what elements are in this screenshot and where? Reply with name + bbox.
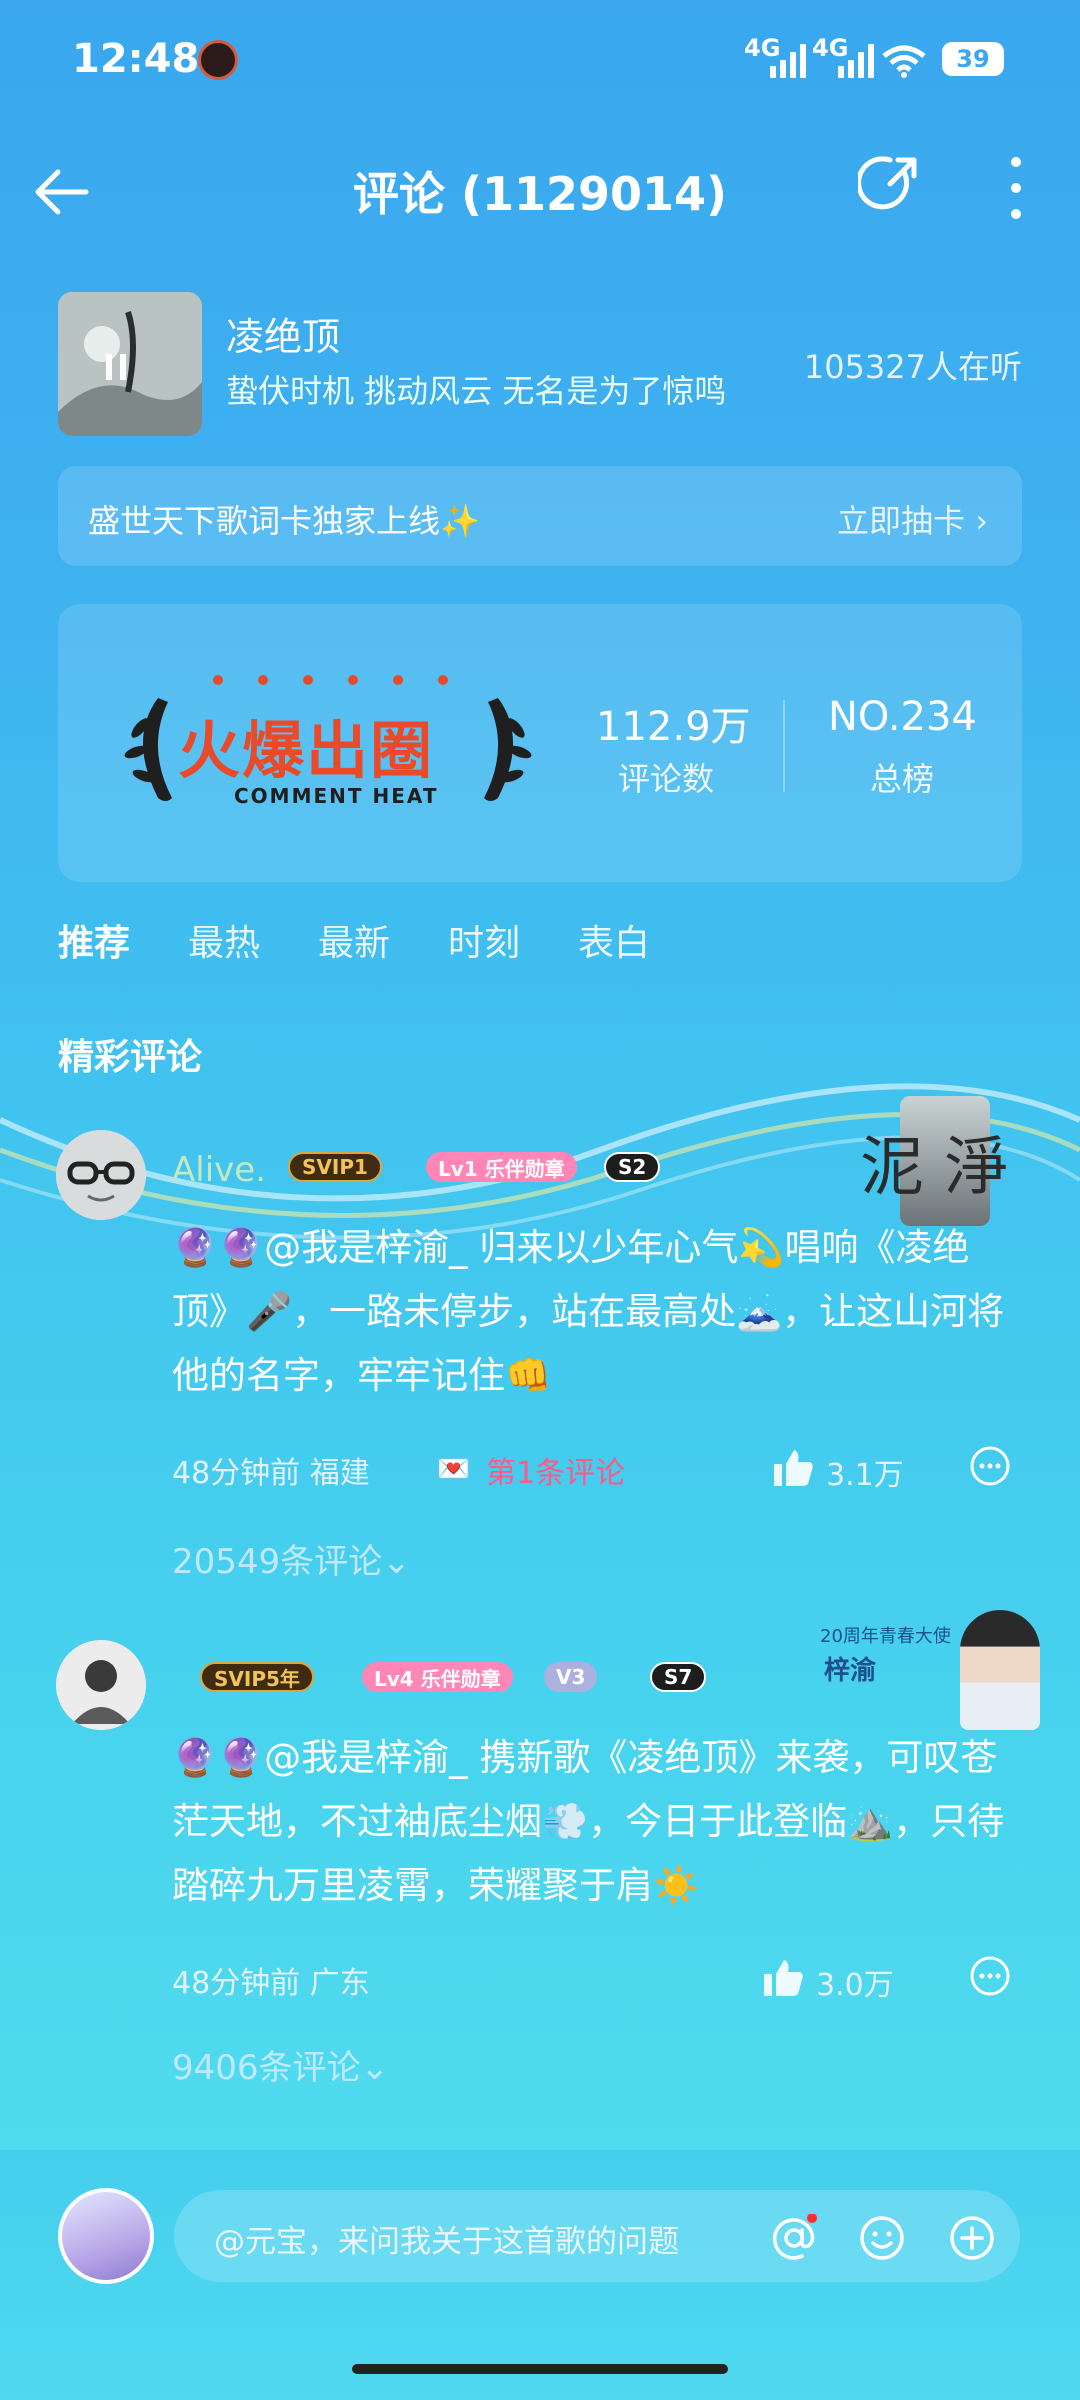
decoration-caption: 20周年青春大使 (820, 1626, 951, 1647)
reply-count-link[interactable]: 20549条评论⌄ (172, 1534, 411, 1583)
heat-logo-subtitle: COMMENT HEAT (234, 784, 439, 808)
comment-time-location: 48分钟前 广东 (172, 1966, 370, 2001)
comment-input-placeholder: @元宝，来问我关于这首歌的问题 (214, 2224, 679, 2260)
album-cover[interactable] (58, 292, 202, 436)
listener-count: 105327人在听 (803, 348, 1022, 386)
emoji-icon[interactable] (858, 2214, 906, 2262)
tab-confession[interactable]: 表白 (578, 914, 650, 966)
vip-level-badge[interactable]: V3 (544, 1662, 598, 1692)
wifi-icon (882, 45, 926, 78)
stat-divider (783, 700, 785, 792)
promo-text: 盛世天下歌词卡独家上线✨ (88, 502, 480, 540)
status-time: 12:48 (72, 36, 200, 82)
envelope-icon: 💌 (436, 1452, 471, 1485)
avatar[interactable] (56, 1640, 146, 1730)
mention-icon[interactable] (770, 2214, 818, 2262)
reply-count-link[interactable]: 9406条评论⌄ (172, 2040, 389, 2089)
comment-text[interactable]: 🔮🔮@我是梓渝_ 归来以少年心气💫唱响《凌绝顶》🎤，一路未停步，站在最高处🗻，让… (172, 1216, 1012, 1408)
avatar-image (56, 1130, 146, 1220)
tab-latest[interactable]: 最新 (318, 914, 390, 966)
comment-count-value: 112.9万 (596, 704, 751, 750)
share-icon[interactable] (858, 152, 922, 216)
battery-indicator: 39 (942, 42, 1004, 76)
notification-app-icon (198, 40, 238, 80)
reply-icon[interactable] (968, 1444, 1012, 1488)
reply-icon[interactable] (968, 1954, 1012, 1998)
rank-label: 总榜 (870, 760, 935, 798)
user-avatar[interactable] (58, 2188, 154, 2284)
signal-icon-2 (838, 42, 874, 78)
rank-value[interactable]: NO.234 (828, 694, 977, 740)
add-icon[interactable] (948, 2214, 996, 2262)
comment-time-location: 48分钟前 福建 (172, 1456, 370, 1491)
album-art-image (58, 292, 202, 436)
comment-username[interactable]: Alive. (172, 1150, 266, 1190)
song-lyric: 蛰伏时机 挑动风云 无名是为了惊鸣 (226, 372, 727, 410)
svip-badge[interactable]: SVIP1 (288, 1152, 382, 1182)
tab-recommend[interactable]: 推荐 (58, 914, 130, 966)
season-badge[interactable]: S7 (650, 1662, 707, 1692)
home-indicator[interactable] (352, 2364, 728, 2374)
signal-icon (770, 42, 806, 78)
draw-card-link[interactable]: 立即抽卡 › (837, 496, 988, 542)
like-count: 3.1万 (826, 1458, 904, 1493)
decoration-portrait (960, 1610, 1040, 1730)
more-options-icon[interactable] (1000, 152, 1032, 224)
tab-hottest[interactable]: 最热 (188, 914, 260, 966)
first-comment-tag: 第1条评论 (486, 1456, 626, 1491)
avatar-image (56, 1640, 146, 1730)
heat-logo-title: 火爆出圈 (178, 714, 435, 787)
status-bar: 12:48 4G 4G 39 (0, 0, 1080, 120)
tab-moments[interactable]: 时刻 (448, 914, 520, 966)
song-title[interactable]: 凌绝顶 (226, 306, 340, 361)
svip-badge[interactable]: SVIP5年 (200, 1662, 314, 1692)
like-count: 3.0万 (816, 1968, 894, 2003)
level-badge[interactable]: Lv1 乐伴勋章 (426, 1152, 577, 1182)
decoration-calligraphy: 泥 淨 (860, 1131, 1009, 1205)
like-icon[interactable] (762, 1958, 804, 1998)
comment-decoration: 泥 淨 (860, 1096, 1046, 1226)
comment-decoration: 20周年青春大使 梓渝 (770, 1600, 1070, 1740)
level-badge[interactable]: Lv4 乐伴勋章 (362, 1662, 513, 1692)
like-icon[interactable] (772, 1448, 814, 1488)
season-badge[interactable]: S2 (604, 1152, 661, 1182)
comment-text[interactable]: 🔮🔮@我是梓渝_ 携新歌《凌绝顶》来袭，可叹苍茫天地，不过袖底尘烟💨，今日于此登… (172, 1726, 1012, 1918)
decoration-name: 梓渝 (824, 1656, 877, 1686)
avatar[interactable] (56, 1130, 146, 1220)
comment-count-label: 评论数 (618, 760, 715, 798)
